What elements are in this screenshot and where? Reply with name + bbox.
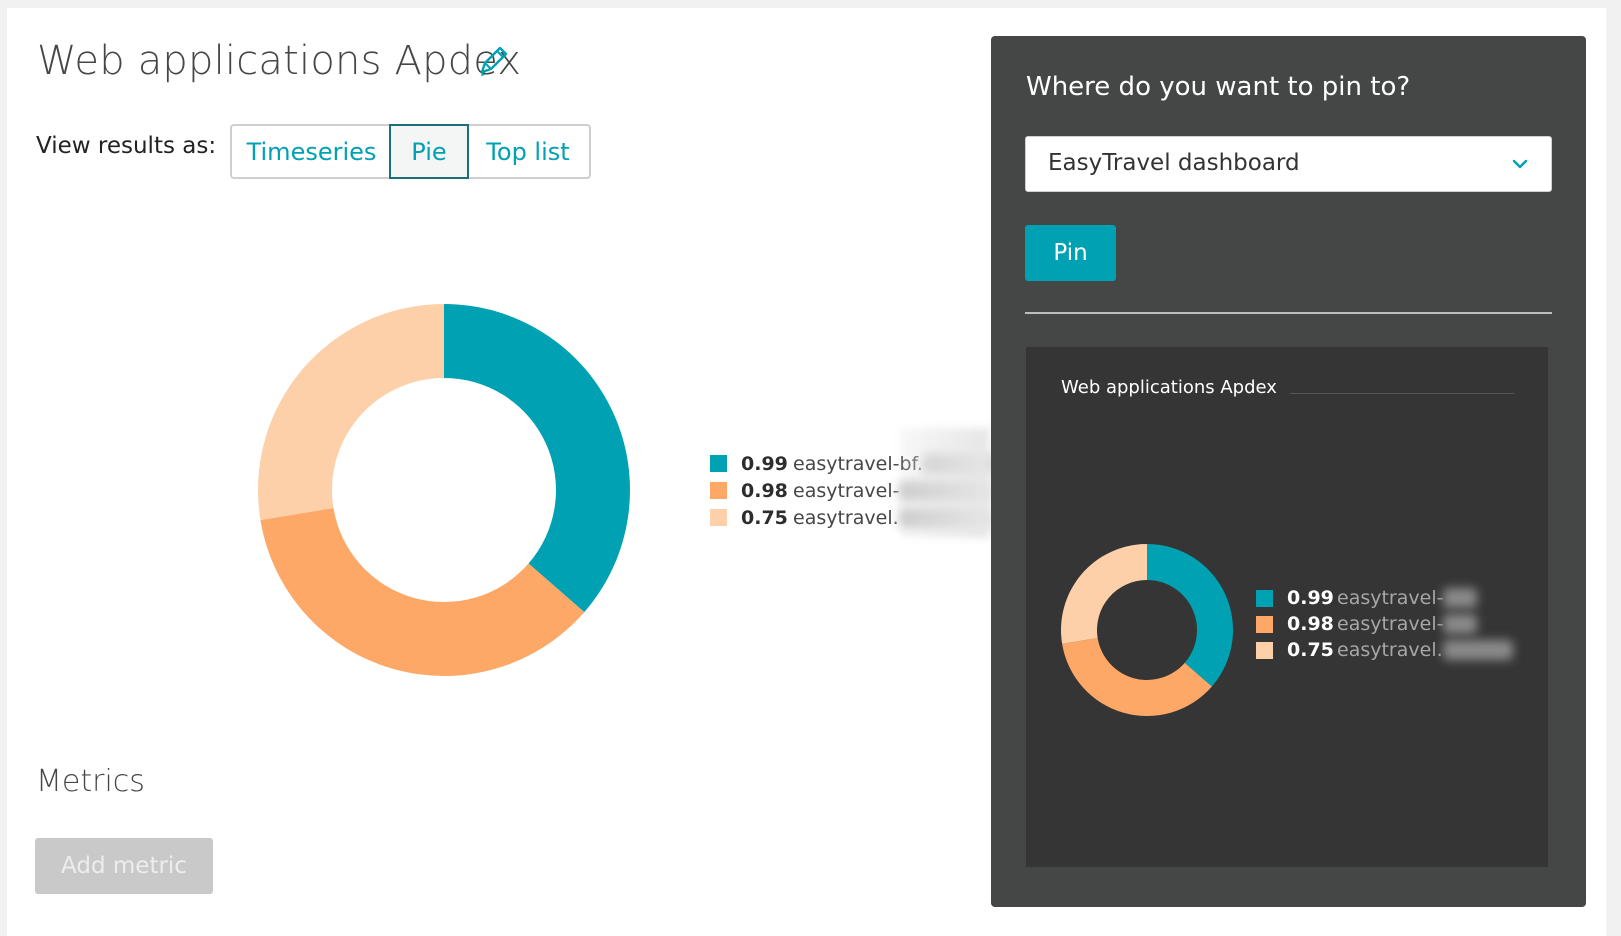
legend-name: easytravel- bbox=[1337, 587, 1444, 609]
page-title: Web applications Apdex bbox=[37, 38, 522, 84]
redacted-text bbox=[1443, 614, 1478, 634]
legend-value: 0.99 bbox=[741, 452, 788, 475]
preview-legend: 0.99 easytravel- 0.98 easytravel- 0.75 e… bbox=[1256, 585, 1513, 663]
apdex-donut-chart bbox=[258, 304, 630, 676]
donut-slice-3[interactable] bbox=[258, 304, 444, 520]
legend-item: 0.99 easytravel- bbox=[1256, 585, 1513, 611]
redaction-blur bbox=[900, 428, 990, 538]
tile-preview: Web applications Apdex 0.99 easytravel- … bbox=[1026, 347, 1548, 867]
legend-item: 0.98 easytravel- bbox=[1256, 611, 1513, 637]
pin-panel: Where do you want to pin to? EasyTravel … bbox=[991, 36, 1586, 907]
legend-item: 0.75 easytravel. bbox=[1256, 637, 1513, 663]
dashboard-select[interactable]: EasyTravel dashboard bbox=[1025, 136, 1552, 192]
preview-title: Web applications Apdex bbox=[1061, 377, 1277, 398]
redacted-text bbox=[1442, 640, 1513, 660]
panel-divider bbox=[1025, 312, 1552, 314]
chevron-down-icon bbox=[1512, 159, 1528, 169]
legend-swatch bbox=[710, 455, 727, 472]
donut-slice-1[interactable] bbox=[444, 304, 630, 613]
legend-swatch bbox=[710, 509, 727, 526]
legend-name: easytravel- bbox=[1337, 613, 1444, 635]
donut-slice-2[interactable] bbox=[260, 508, 585, 676]
view-pie-button[interactable]: Pie bbox=[389, 124, 469, 179]
legend-swatch bbox=[1256, 615, 1273, 633]
legend-name: easytravel. bbox=[793, 506, 899, 529]
legend-name: easytravel- bbox=[793, 479, 900, 502]
redacted-text bbox=[1443, 588, 1478, 608]
legend-value: 0.75 bbox=[1287, 639, 1334, 661]
legend-name: easytravel. bbox=[1337, 639, 1443, 661]
pin-button[interactable]: Pin bbox=[1025, 225, 1116, 281]
add-metric-button: Add metric bbox=[35, 838, 213, 894]
view-timeseries-button[interactable]: Timeseries bbox=[230, 124, 391, 179]
dashboard-select-value: EasyTravel dashboard bbox=[1048, 150, 1300, 176]
legend-swatch bbox=[710, 482, 727, 499]
preview-donut-chart bbox=[1061, 544, 1233, 716]
legend-value: 0.98 bbox=[1287, 613, 1334, 635]
legend-value: 0.75 bbox=[741, 506, 788, 529]
legend-swatch bbox=[1256, 589, 1273, 607]
donut-slice-1[interactable] bbox=[1147, 544, 1233, 687]
donut-slice-3[interactable] bbox=[1061, 544, 1147, 644]
preview-title-line bbox=[1290, 393, 1514, 394]
legend-value: 0.99 bbox=[1287, 587, 1334, 609]
view-toplist-button[interactable]: Top list bbox=[467, 124, 591, 179]
legend-swatch bbox=[1256, 641, 1273, 659]
view-results-label: View results as: bbox=[36, 133, 217, 159]
edit-pencil-icon[interactable] bbox=[478, 46, 508, 78]
pin-panel-title: Where do you want to pin to? bbox=[1026, 72, 1411, 102]
metrics-heading: Metrics bbox=[36, 764, 145, 799]
legend-value: 0.98 bbox=[741, 479, 788, 502]
donut-slice-2[interactable] bbox=[1062, 638, 1212, 716]
